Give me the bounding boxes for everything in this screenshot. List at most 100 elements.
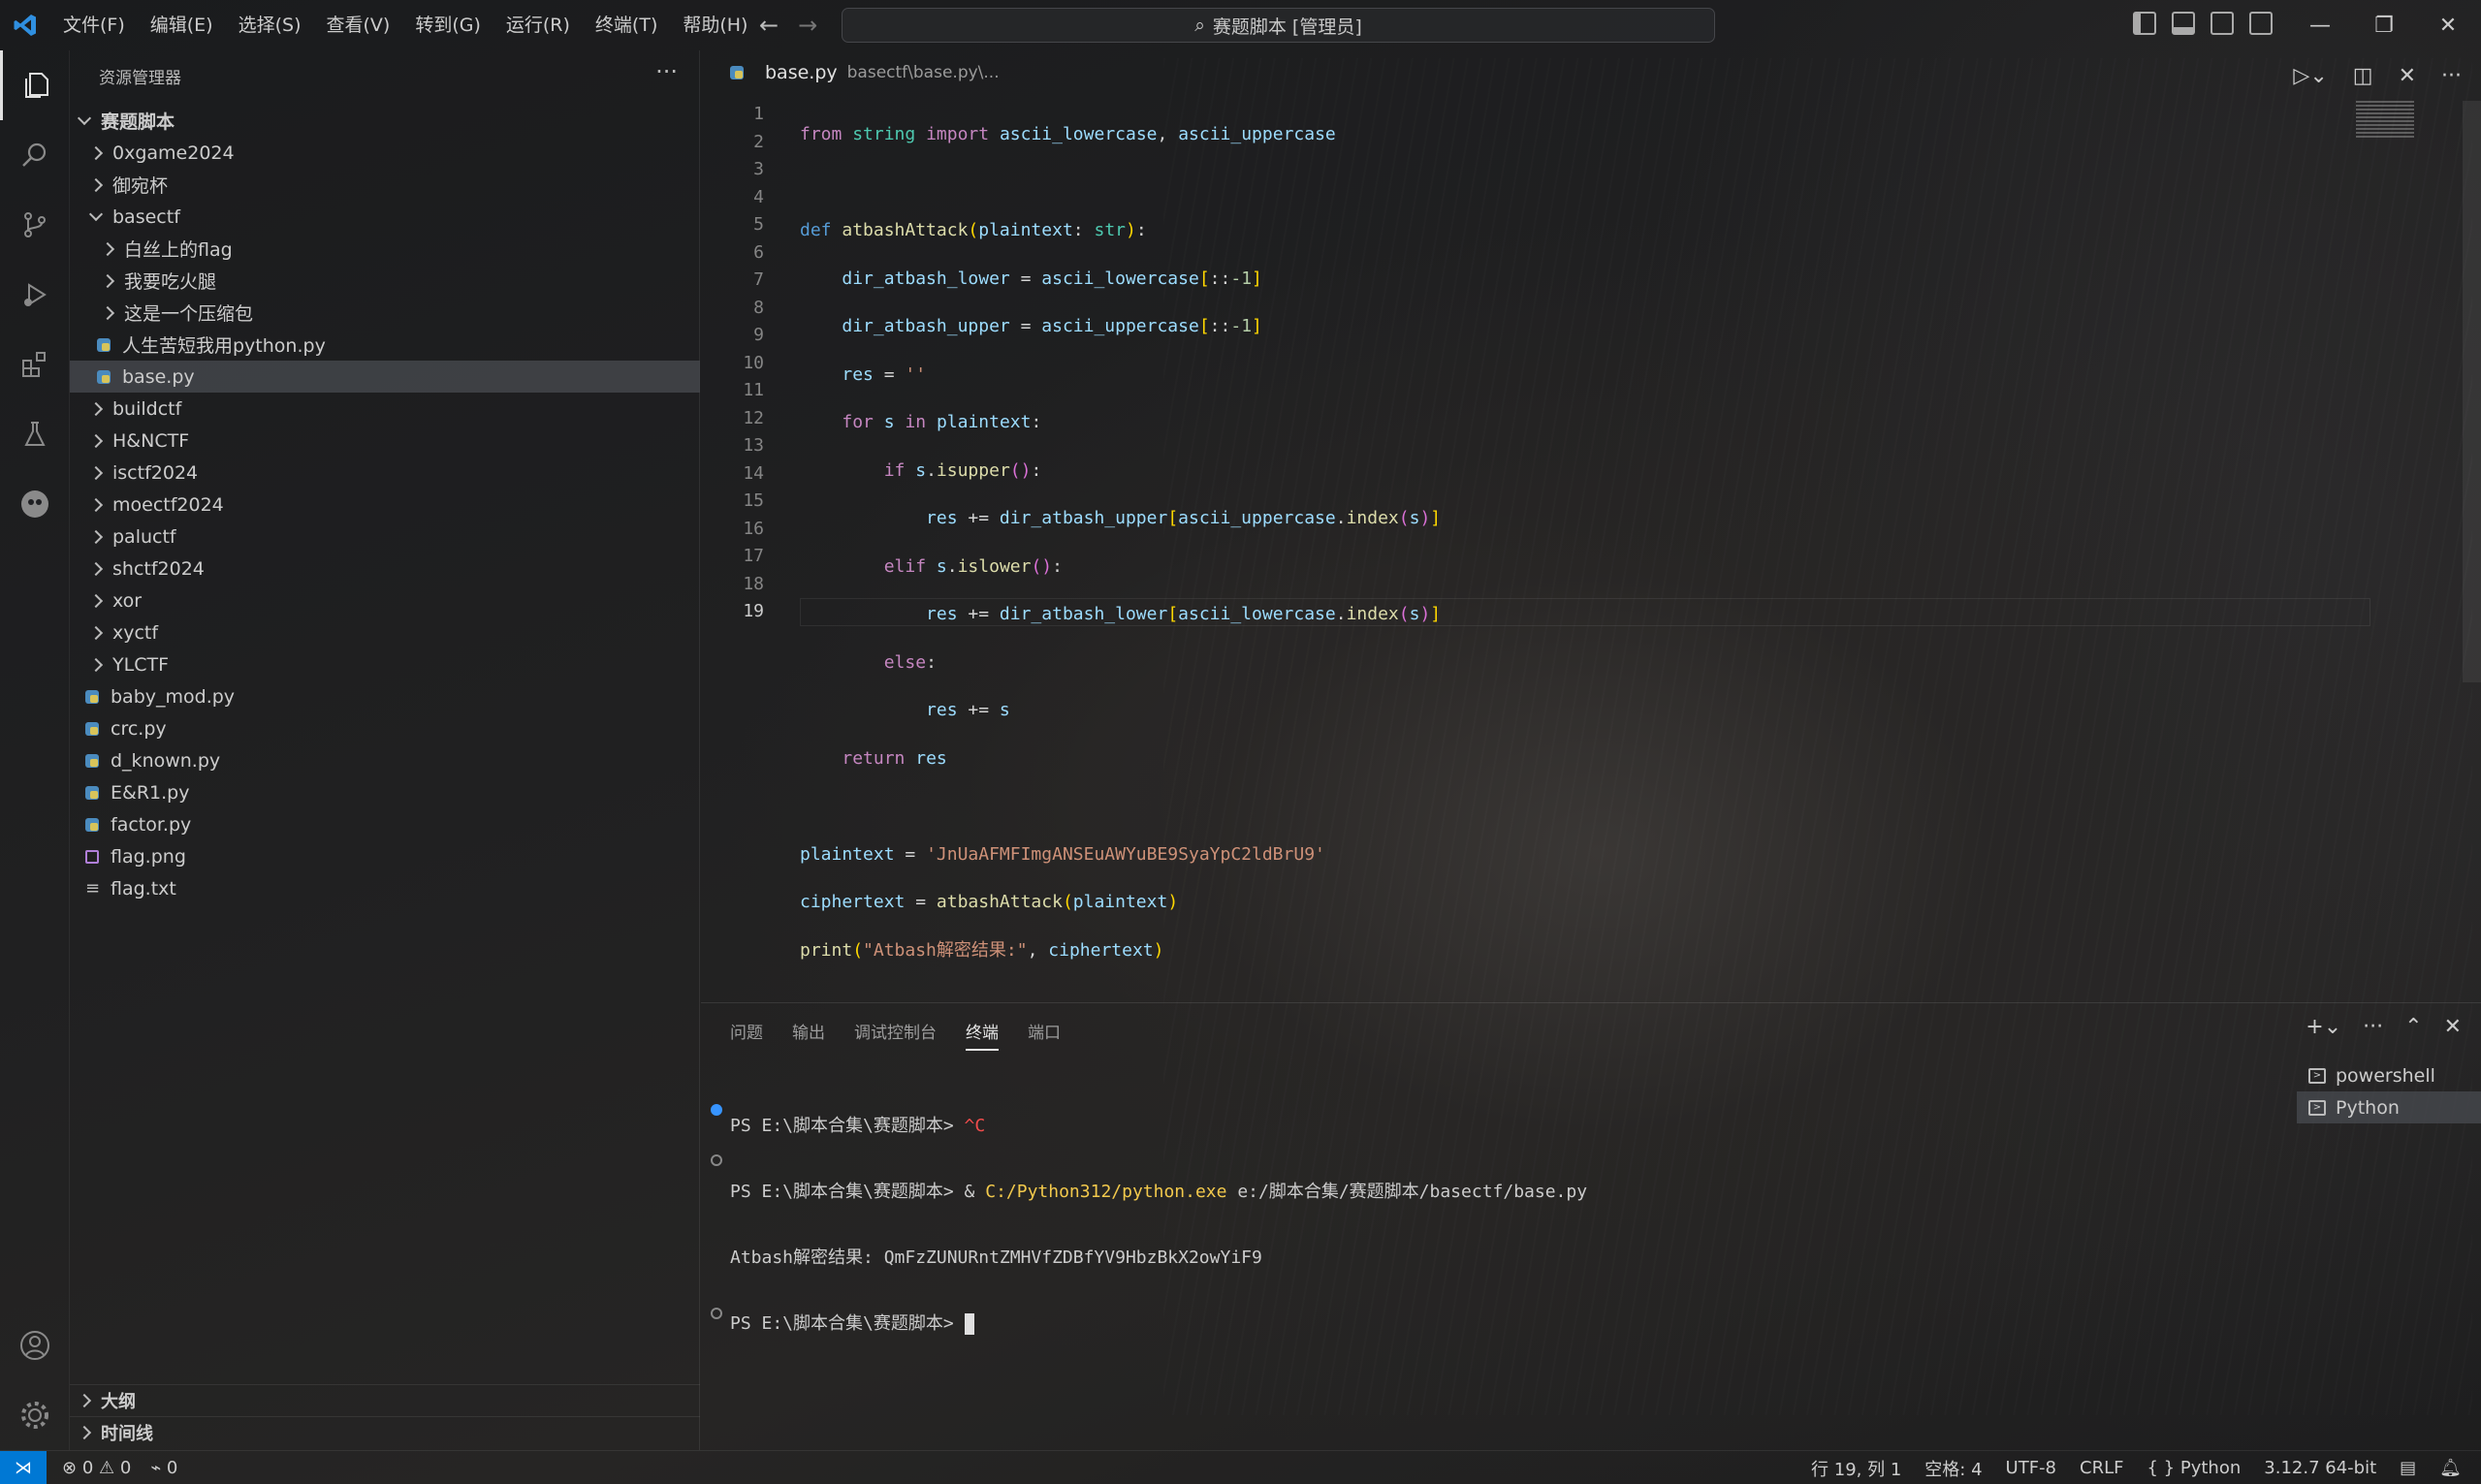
- menu-terminal[interactable]: 终端(T): [583, 0, 670, 50]
- menu-help[interactable]: 帮助(H): [670, 0, 760, 50]
- customize-layout-icon[interactable]: [2249, 12, 2273, 35]
- maximize-panel-icon[interactable]: ⌃: [2404, 1015, 2422, 1039]
- tree-folder[interactable]: 我要吃火腿: [70, 265, 700, 297]
- more-actions-icon[interactable]: ···: [655, 58, 678, 85]
- language-mode[interactable]: { } Python: [2147, 1458, 2241, 1478]
- source-control-icon[interactable]: [0, 190, 70, 260]
- minimap[interactable]: [2356, 101, 2414, 140]
- explorer-icon[interactable]: [0, 50, 70, 120]
- tree-folder[interactable]: 这是一个压缩包: [70, 297, 700, 329]
- tree-item-label: E&R1.py: [111, 781, 190, 804]
- panel-more-icon[interactable]: ···: [2363, 1015, 2383, 1039]
- toggle-secondary-sidebar-icon[interactable]: [2211, 12, 2234, 35]
- command-center-search[interactable]: ⌕ 赛题脚本 [管理员]: [842, 8, 1715, 43]
- back-arrow-icon[interactable]: ←: [759, 12, 779, 39]
- menu-file[interactable]: 文件(F): [50, 0, 138, 50]
- search-view-icon[interactable]: [0, 120, 70, 190]
- layout-icon[interactable]: ▤: [2400, 1458, 2416, 1478]
- tree-folder[interactable]: H&NCTF: [70, 425, 700, 457]
- tree-root-folder[interactable]: 赛题脚本: [70, 105, 700, 137]
- tree-folder[interactable]: isctf2024: [70, 457, 700, 489]
- tree-file[interactable]: base.py: [70, 361, 700, 393]
- tab-terminal[interactable]: 终端: [966, 1019, 999, 1051]
- code-content[interactable]: from string import ascii_lowercase, asci…: [800, 101, 1441, 1054]
- split-editor-icon[interactable]: ◫: [2353, 64, 2373, 88]
- tree-folder[interactable]: paluctf: [70, 521, 700, 553]
- command-pending-dot[interactable]: [711, 1154, 722, 1166]
- menu-selection[interactable]: 选择(S): [226, 0, 314, 50]
- chevron-right-icon: [88, 433, 104, 448]
- code-line: dir_atbash_lower = ascii_lowercase[::-1]: [842, 268, 1262, 289]
- tab-base-py[interactable]: base.py basectf\base.py\...: [730, 62, 1000, 83]
- editor-scrollbar[interactable]: [2463, 101, 2481, 682]
- close-editor-icon[interactable]: ✕: [2399, 64, 2416, 88]
- menu-view[interactable]: 查看(V): [314, 0, 403, 50]
- tree-file[interactable]: d_known.py: [70, 744, 700, 776]
- command-pending-dot[interactable]: [711, 1308, 722, 1319]
- run-python-file-icon[interactable]: ▷⌄: [2293, 64, 2327, 88]
- tree-file[interactable]: E&R1.py: [70, 776, 700, 808]
- indentation[interactable]: 空格: 4: [1924, 1456, 1982, 1481]
- encoding[interactable]: UTF-8: [2006, 1458, 2056, 1478]
- tree-folder[interactable]: 0xgame2024: [70, 137, 700, 169]
- tab-ports[interactable]: 端口: [1028, 1019, 1061, 1051]
- minimize-icon[interactable]: —: [2288, 14, 2352, 38]
- line-number: 14: [743, 462, 764, 484]
- tree-folder[interactable]: moectf2024: [70, 489, 700, 521]
- tree-file[interactable]: baby_mod.py: [70, 680, 700, 712]
- tree-folder[interactable]: buildctf: [70, 393, 700, 425]
- tree-item-label: baby_mod.py: [111, 685, 236, 708]
- cursor-position[interactable]: 行 19, 列 1: [1811, 1456, 1901, 1481]
- tree-file[interactable]: factor.py: [70, 808, 700, 840]
- close-panel-icon[interactable]: ✕: [2444, 1015, 2462, 1039]
- tree-item-label: xor: [112, 589, 143, 612]
- tree-file[interactable]: flag.png: [70, 840, 700, 872]
- new-terminal-icon[interactable]: +⌄: [2306, 1015, 2341, 1039]
- extensions-icon[interactable]: [0, 330, 70, 399]
- menu-edit[interactable]: 编辑(E): [138, 0, 226, 50]
- tree-folder[interactable]: 白丝上的flag: [70, 233, 700, 265]
- problems-indicator[interactable]: ⊗ 0 ⚠ 0: [62, 1458, 131, 1478]
- line-number: 19: [743, 601, 764, 621]
- line-ending[interactable]: CRLF: [2080, 1458, 2123, 1478]
- menu-go[interactable]: 转到(G): [402, 0, 493, 50]
- forward-arrow-icon[interactable]: →: [798, 12, 817, 39]
- menu-run[interactable]: 运行(R): [493, 0, 583, 50]
- code-editor[interactable]: 1 2 3 4 5 6 7 8 9 10 11 12 13 14 15 16 17 18 19 from strin…: [701, 101, 2481, 1002]
- tree-folder[interactable]: YLCTF: [70, 648, 700, 680]
- tree-file[interactable]: crc.py: [70, 712, 700, 744]
- tree-file[interactable]: ≡ flag.txt: [70, 872, 700, 904]
- remote-explorer-icon[interactable]: [0, 469, 70, 539]
- notifications-bell-icon[interactable]: 🔔︎: [2439, 1458, 2462, 1478]
- restore-icon[interactable]: ❐: [2352, 14, 2416, 38]
- command-success-dot[interactable]: [711, 1104, 722, 1116]
- tree-folder[interactable]: shctf2024: [70, 553, 700, 584]
- timeline-section[interactable]: 时间线: [70, 1416, 700, 1448]
- ports-indicator[interactable]: ⌁ 0: [150, 1458, 177, 1478]
- settings-gear-icon[interactable]: [0, 1380, 70, 1450]
- terminal-item-powershell[interactable]: > powershell: [2297, 1059, 2481, 1091]
- toggle-panel-icon[interactable]: [2172, 12, 2195, 35]
- tree-file[interactable]: 人生苦短我用python.py: [70, 329, 700, 361]
- tree-folder[interactable]: xor: [70, 584, 700, 616]
- line-number: 5: [753, 214, 764, 235]
- tab-problems[interactable]: 问题: [730, 1019, 763, 1051]
- editor-more-icon[interactable]: ···: [2441, 64, 2462, 88]
- run-debug-icon[interactable]: [0, 260, 70, 330]
- outline-section[interactable]: 大纲: [70, 1384, 700, 1416]
- interpreter-version[interactable]: 3.12.7 64-bit: [2264, 1458, 2376, 1478]
- terminal-icon: >: [2308, 1067, 2326, 1084]
- tree-folder[interactable]: xyctf: [70, 616, 700, 648]
- terminal-output[interactable]: PS E:\脚本合集\赛题脚本> ^C PS E:\脚本合集\赛题脚本> & C…: [730, 1073, 1587, 1377]
- terminal-item-python[interactable]: > Python: [2297, 1091, 2481, 1123]
- tab-debug-console[interactable]: 调试控制台: [854, 1019, 937, 1051]
- tree-folder[interactable]: basectf: [70, 201, 700, 233]
- accounts-icon[interactable]: [0, 1310, 70, 1380]
- toggle-sidebar-icon[interactable]: [2133, 12, 2156, 35]
- testing-flask-icon[interactable]: [0, 399, 70, 469]
- tab-output[interactable]: 输出: [792, 1019, 825, 1051]
- remote-indicator-icon[interactable]: ⋊: [0, 1450, 47, 1484]
- tree-folder[interactable]: 御宛杯: [70, 169, 700, 201]
- close-window-icon[interactable]: ✕: [2416, 14, 2480, 38]
